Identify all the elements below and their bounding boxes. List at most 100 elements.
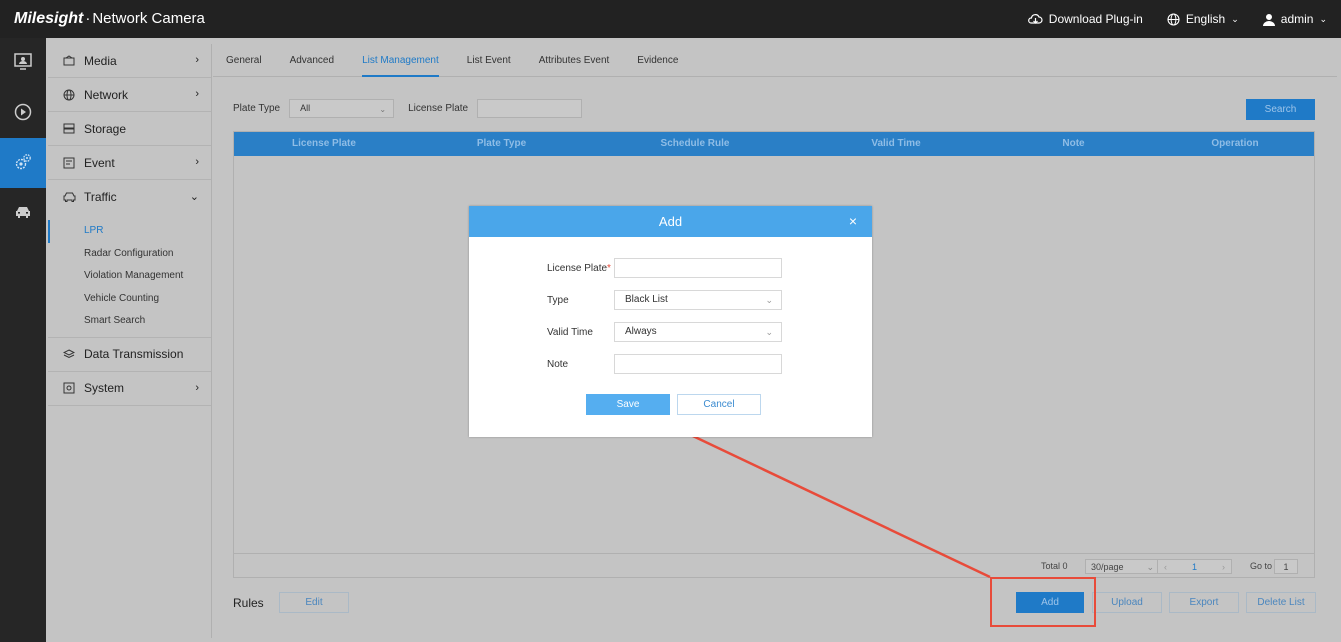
cancel-button[interactable]: Cancel xyxy=(677,394,761,415)
settings-nav[interactable] xyxy=(0,138,46,188)
goto-label: Go to xyxy=(1250,561,1273,571)
menu-item-media-label: Media xyxy=(84,53,117,68)
chevron-down-icon: ⌄ xyxy=(379,105,387,114)
dialog-header: Add × xyxy=(469,206,872,237)
pagination: Total 0 30/page ⌄ ‹ 1 › Go to 1 xyxy=(234,553,1314,577)
dialog-valid-time-label: Valid Time xyxy=(547,326,593,338)
dialog-title: Add xyxy=(658,214,683,229)
traffic-submenu: LPR Radar Configuration Violation Manage… xyxy=(48,214,211,338)
globe-icon xyxy=(62,88,76,102)
bottom-toolbar: Rules Edit Add Upload Export Delete List xyxy=(233,592,1316,616)
download-icon xyxy=(1027,13,1043,26)
chevron-right-icon: › xyxy=(195,54,199,66)
download-plugin-link[interactable]: Download Plug-in xyxy=(1027,12,1143,26)
chevron-right-icon: › xyxy=(195,156,199,168)
menu-item-traffic[interactable]: Traffic ⌄ xyxy=(48,180,211,214)
submenu-item-vehicle-counting[interactable]: Vehicle Counting xyxy=(48,288,211,311)
page-size-value: 30/page xyxy=(1091,562,1124,572)
chevron-down-icon: ⌄ xyxy=(765,295,773,305)
brand: Milesight · Network Camera xyxy=(14,10,205,27)
column-schedule-rule: Schedule Rule xyxy=(660,138,730,149)
close-icon[interactable]: × xyxy=(849,206,857,237)
license-plate-label-text: License Plate xyxy=(547,262,608,274)
license-plate-label: License Plate xyxy=(408,103,469,114)
column-note: Note xyxy=(1062,138,1085,149)
export-button[interactable]: Export xyxy=(1169,592,1239,613)
dialog-valid-time-select[interactable]: Always ⌄ xyxy=(614,322,782,342)
valid-time-value: Always xyxy=(625,326,657,337)
playback-nav[interactable] xyxy=(0,88,46,138)
tab-evidence[interactable]: Evidence xyxy=(637,44,678,77)
tab-list-event[interactable]: List Event xyxy=(467,44,511,77)
dialog-type-select[interactable]: Black List ⌄ xyxy=(614,290,782,310)
menu-item-network[interactable]: Network › xyxy=(48,78,211,112)
menu-item-storage-label: Storage xyxy=(84,121,127,136)
menu-item-system[interactable]: System › xyxy=(48,372,211,406)
car-icon xyxy=(62,190,76,204)
dialog-license-plate-input[interactable] xyxy=(614,258,782,278)
tab-general[interactable]: General xyxy=(226,44,262,77)
next-page-icon[interactable]: › xyxy=(1222,560,1225,575)
save-button[interactable]: Save xyxy=(586,394,670,415)
dialog-license-plate-label: License Plate* xyxy=(547,263,614,274)
tab-attributes-event[interactable]: Attributes Event xyxy=(539,44,610,77)
column-operation: Operation xyxy=(1211,138,1259,149)
goto-page-input[interactable]: 1 xyxy=(1274,559,1298,574)
menu-item-storage[interactable]: Storage xyxy=(48,112,211,146)
type-row: Type Black List ⌄ xyxy=(547,290,782,310)
type-value: Black List xyxy=(625,294,668,305)
language-label: English xyxy=(1185,12,1226,26)
tab-advanced[interactable]: Advanced xyxy=(290,44,334,77)
menu-item-network-label: Network xyxy=(84,87,129,102)
user-menu[interactable]: admin ⌄ xyxy=(1262,12,1327,26)
dialog-note-input[interactable] xyxy=(614,354,782,374)
system-icon xyxy=(62,381,76,395)
submenu-item-violation-management[interactable]: Violation Management xyxy=(48,265,211,288)
language-selector[interactable]: English ⌄ xyxy=(1167,12,1239,26)
delete-list-button[interactable]: Delete List xyxy=(1246,592,1316,613)
page-navigator: ‹ 1 › xyxy=(1157,559,1232,574)
filter-bar: Plate Type All ⌄ License Plate xyxy=(233,99,583,118)
car-icon xyxy=(14,205,32,222)
chevron-down-icon: ⌄ xyxy=(1319,13,1327,24)
add-dialog: Add × License Plate* Type Black List ⌄ V… xyxy=(469,206,872,437)
search-button[interactable]: Search xyxy=(1246,99,1315,120)
download-plugin-label: Download Plug-in xyxy=(1048,12,1143,26)
upload-button[interactable]: Upload xyxy=(1092,592,1162,613)
plate-type-select[interactable]: All ⌄ xyxy=(289,99,395,118)
user-icon xyxy=(1262,13,1275,26)
tab-bar: General Advanced List Management List Ev… xyxy=(213,44,1337,77)
page-size-select[interactable]: 30/page ⌄ xyxy=(1085,559,1160,574)
current-page[interactable]: 1 xyxy=(1192,562,1197,572)
edit-rules-button[interactable]: Edit xyxy=(279,592,349,613)
license-plate-input[interactable] xyxy=(477,99,583,118)
vehicle-nav[interactable] xyxy=(0,188,46,238)
column-valid-time: Valid Time xyxy=(871,138,921,149)
monitor-icon xyxy=(14,53,32,73)
required-star: * xyxy=(607,262,611,274)
menu-item-event[interactable]: Event › xyxy=(48,146,211,180)
total-count: Total 0 xyxy=(1041,561,1068,571)
license-plate-row: License Plate* xyxy=(547,258,782,278)
submenu-item-lpr[interactable]: LPR xyxy=(48,220,211,243)
chevron-right-icon: › xyxy=(195,88,199,100)
settings-menu: Media › Network › Storage Event › Traffi… xyxy=(48,44,212,638)
left-icon-bar xyxy=(0,38,46,642)
menu-item-data-transmission[interactable]: Data Transmission xyxy=(48,338,211,372)
plate-type-value: All xyxy=(300,103,311,113)
submenu-item-smart-search[interactable]: Smart Search xyxy=(48,310,211,333)
media-icon xyxy=(62,54,76,68)
chevron-right-icon: › xyxy=(195,381,199,394)
rules-label: Rules xyxy=(233,596,264,610)
column-plate-type: Plate Type xyxy=(476,138,527,149)
play-circle-icon xyxy=(14,103,32,124)
dialog-type-label: Type xyxy=(547,294,569,306)
prev-page-icon[interactable]: ‹ xyxy=(1164,560,1167,575)
submenu-item-radar-configuration[interactable]: Radar Configuration xyxy=(48,243,211,266)
tab-list-management[interactable]: List Management xyxy=(362,44,439,77)
dialog-note-label: Note xyxy=(547,358,569,370)
gears-icon xyxy=(13,152,33,175)
menu-item-media[interactable]: Media › xyxy=(48,44,211,78)
chevron-down-icon: ⌄ xyxy=(765,327,773,337)
live-view-nav[interactable] xyxy=(0,38,46,88)
